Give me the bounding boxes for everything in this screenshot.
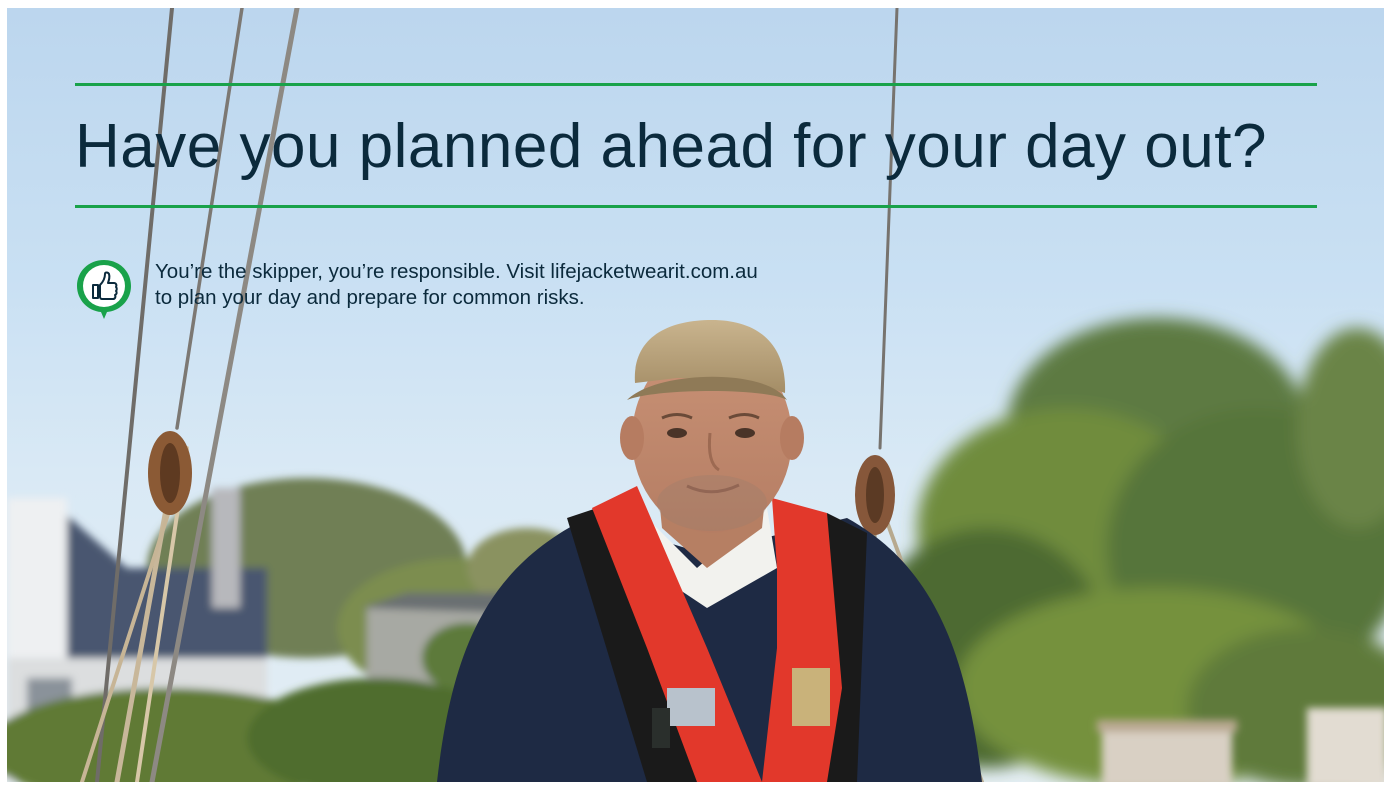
headline-block: Have you planned ahead for your day out? [75, 83, 1317, 209]
message-text: You’re the skipper, you’re responsible. … [155, 259, 758, 311]
headline-bottom-rule [75, 205, 1317, 209]
thumbs-up-icon [77, 260, 131, 319]
message-block: You’re the skipper, you’re responsible. … [75, 258, 758, 322]
message-line-1: You’re the skipper, you’re responsible. … [155, 260, 758, 283]
message-line-2: to plan your day and prepare for common … [155, 286, 585, 309]
headline: Have you planned ahead for your day out? [75, 112, 1267, 181]
ad-banner: Have you planned ahead for your day out?… [7, 8, 1384, 782]
